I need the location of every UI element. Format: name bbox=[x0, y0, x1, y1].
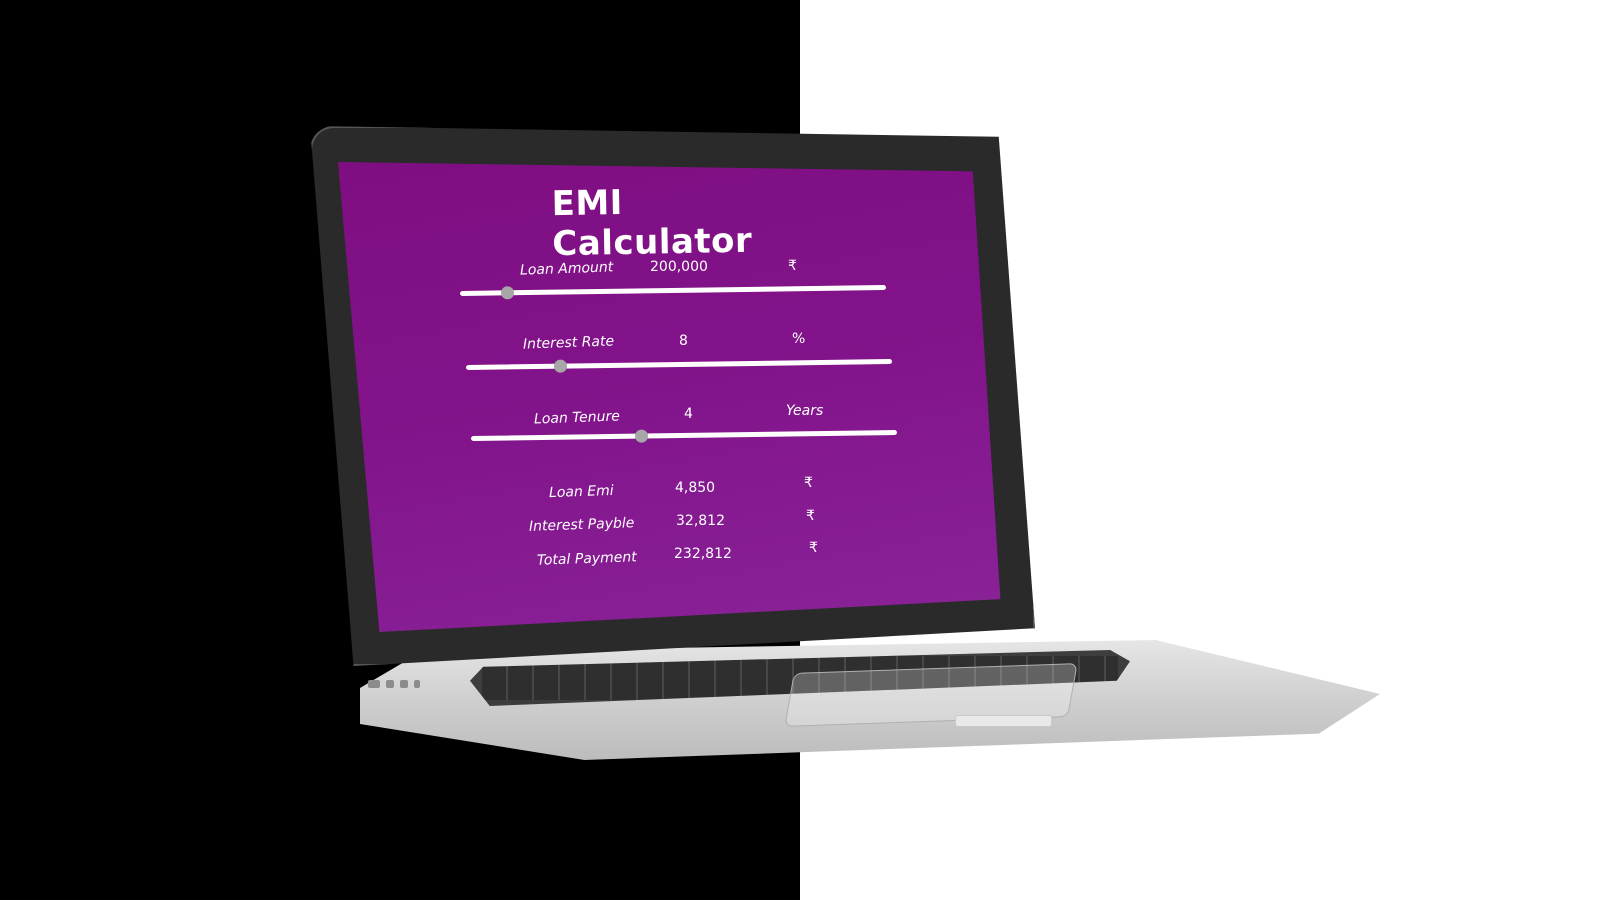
loan-amount-label: Loan Amount bbox=[519, 259, 614, 279]
loan-tenure-label: Loan Tenure bbox=[533, 408, 621, 428]
rupee-icon: ₹ bbox=[809, 540, 818, 556]
rupee-icon: ₹ bbox=[804, 475, 813, 491]
rupee-icon: ₹ bbox=[806, 508, 815, 524]
percent-icon: % bbox=[792, 331, 806, 347]
laptop-lip bbox=[955, 715, 1052, 727]
loan-tenure-slider-thumb[interactable] bbox=[634, 429, 649, 443]
interest-payable-value: 32,812 bbox=[676, 513, 725, 529]
total-payment-value: 232,812 bbox=[674, 546, 732, 562]
loan-tenure-unit: Years bbox=[786, 403, 824, 419]
loan-amount-value: 200,000 bbox=[650, 259, 708, 275]
loan-amount-slider-thumb[interactable] bbox=[500, 286, 515, 300]
page-title: EMI Calculator bbox=[551, 182, 753, 265]
interest-rate-value: 8 bbox=[679, 333, 688, 349]
laptop-ports bbox=[364, 676, 434, 696]
interest-rate-slider-thumb[interactable] bbox=[553, 359, 568, 373]
loan-tenure-value: 4 bbox=[684, 406, 693, 422]
rupee-icon: ₹ bbox=[788, 258, 797, 274]
interest-rate-label: Interest Rate bbox=[522, 333, 615, 353]
loan-emi-value: 4,850 bbox=[675, 480, 716, 496]
loan-emi-label: Loan Emi bbox=[548, 482, 614, 502]
